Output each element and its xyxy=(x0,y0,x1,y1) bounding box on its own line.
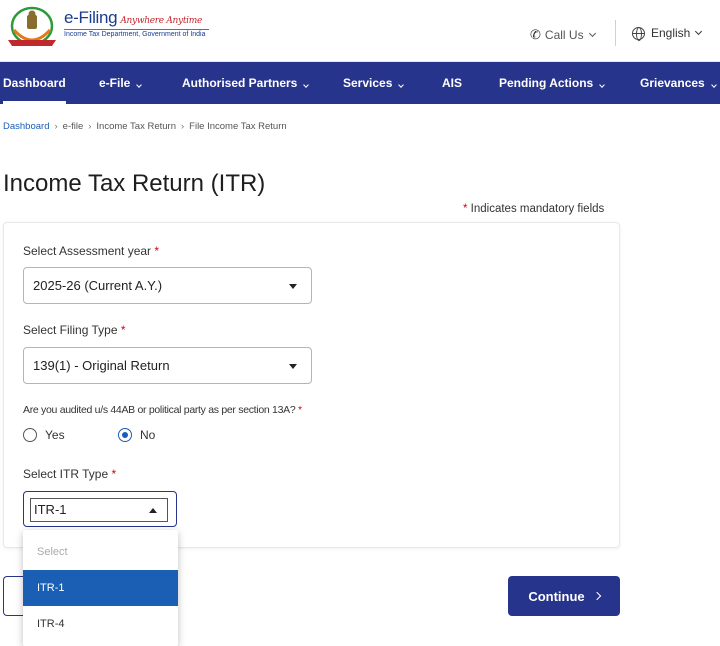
back-button[interactable] xyxy=(3,576,23,616)
continue-button[interactable]: Continue xyxy=(508,576,620,616)
language-selector[interactable]: English xyxy=(632,26,703,41)
itr-type-dropdown: Select ITR-1 ITR-4 xyxy=(23,530,178,646)
nav-item-grievances[interactable]: Grievances xyxy=(640,62,717,104)
nav-item-ais[interactable]: AIS xyxy=(442,62,462,104)
itr-type-label: Select ITR Type * xyxy=(23,467,117,481)
chevron-down-icon xyxy=(599,82,606,88)
chevron-down-icon xyxy=(695,27,703,36)
nav-item-pending-actions[interactable]: Pending Actions xyxy=(499,62,606,104)
chevron-down-icon xyxy=(136,82,143,88)
call-us-label: Call Us xyxy=(544,28,584,42)
radio-unchecked-icon xyxy=(23,428,37,442)
audit-question: Are you audited u/s 44AB or political pa… xyxy=(23,404,302,416)
breadcrumb-file-income-tax-return: File Income Tax Return xyxy=(189,121,287,132)
caret-up-icon xyxy=(149,508,157,513)
chevron-down-icon xyxy=(398,82,405,88)
audit-no-radio[interactable]: No xyxy=(118,428,155,442)
breadcrumb-efile[interactable]: e-file xyxy=(63,121,84,132)
page-title: Income Tax Return (ITR) xyxy=(3,170,266,197)
header-divider xyxy=(615,20,616,46)
dropdown-option-select: Select xyxy=(37,546,68,558)
site-header: e-Filing Anywhere Anytime Income Tax Depa… xyxy=(0,0,720,62)
chevron-down-icon xyxy=(588,29,596,38)
nav-item-authorised-partners[interactable]: Authorised Partners xyxy=(182,62,310,104)
chevron-down-icon xyxy=(303,82,310,88)
call-us-menu[interactable]: ✆ Call Us xyxy=(530,27,596,43)
emblem-icon xyxy=(8,6,56,46)
mandatory-note: * Indicates mandatory fields xyxy=(463,203,605,215)
filing-type-label: Select Filing Type * xyxy=(23,323,126,337)
breadcrumb-dashboard[interactable]: Dashboard xyxy=(3,121,49,132)
dropdown-option-itr1[interactable]: ITR-1 xyxy=(23,570,178,606)
radio-checked-icon xyxy=(118,428,132,442)
nav-item-services[interactable]: Services xyxy=(343,62,405,104)
itr-type-select[interactable]: ITR-1 xyxy=(23,491,177,527)
logo-tagline: Anywhere Anytime xyxy=(120,16,202,26)
breadcrumb-income-tax-return[interactable]: Income Tax Return xyxy=(96,121,176,132)
audit-yes-radio[interactable]: Yes xyxy=(23,428,65,442)
breadcrumb: Dashboard › e-file › Income Tax Return › File … xyxy=(3,121,287,132)
chevron-down-icon xyxy=(710,82,717,88)
caret-down-icon xyxy=(289,364,297,369)
assessment-year-select[interactable]: 2025-26 (Current A.Y.) xyxy=(23,267,312,304)
efiling-logo[interactable]: e-Filing Anywhere Anytime Income Tax Depa… xyxy=(4,6,209,50)
assessment-year-label: Select Assessment year * xyxy=(23,244,160,258)
itr-type-select-focus[interactable]: ITR-1 xyxy=(30,498,168,522)
phone-icon: ✆ xyxy=(530,27,541,42)
nav-item-efile[interactable]: e-File xyxy=(99,62,143,104)
globe-icon xyxy=(632,26,645,41)
language-label: English xyxy=(651,26,691,40)
main-nav: Dashboard e-File Authorised Partners Ser… xyxy=(0,62,720,104)
logo-title: e-Filing xyxy=(64,8,118,27)
filing-type-select[interactable]: 139(1) - Original Return xyxy=(23,347,312,384)
caret-down-icon xyxy=(289,284,297,289)
dropdown-option-itr4[interactable]: ITR-4 xyxy=(23,606,178,642)
logo-subtitle: Income Tax Department, Government of Ind… xyxy=(64,29,209,38)
nav-item-dashboard[interactable]: Dashboard xyxy=(3,62,66,104)
chevron-right-icon xyxy=(592,591,601,601)
